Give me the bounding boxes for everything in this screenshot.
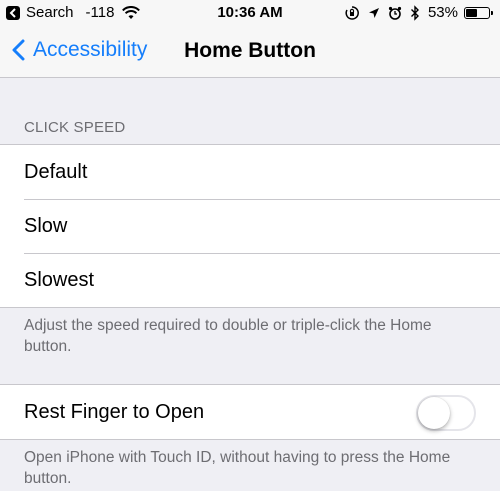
back-to-app-label[interactable]: Search bbox=[26, 4, 74, 21]
navigation-bar: Accessibility Home Button bbox=[0, 26, 500, 78]
battery-level bbox=[466, 8, 477, 17]
battery-icon bbox=[464, 6, 493, 19]
rest-finger-footer: Open iPhone with Touch ID, without havin… bbox=[24, 449, 451, 487]
rest-finger-row: Rest Finger to Open bbox=[0, 385, 500, 439]
click-speed-option-slowest[interactable]: Slowest bbox=[0, 253, 500, 307]
toggle-knob bbox=[418, 397, 450, 429]
rest-finger-group: Rest Finger to Open bbox=[0, 384, 500, 440]
back-to-app-icon[interactable] bbox=[6, 5, 20, 20]
back-button[interactable]: Accessibility bbox=[12, 38, 147, 62]
location-icon bbox=[368, 7, 380, 19]
rest-finger-toggle[interactable] bbox=[416, 395, 476, 431]
click-speed-option-default[interactable]: Default bbox=[0, 145, 500, 199]
rest-finger-label: Rest Finger to Open bbox=[24, 400, 205, 423]
status-right: 53% bbox=[336, 4, 493, 21]
click-speed-options: Default Slow Slowest bbox=[0, 144, 500, 308]
chevron-left-icon bbox=[12, 39, 25, 61]
option-label: Default bbox=[24, 160, 88, 183]
signal-strength: -118 bbox=[85, 4, 115, 21]
orientation-lock-icon bbox=[344, 5, 360, 21]
battery-percent: 53% bbox=[427, 4, 458, 21]
click-speed-header: CLICK SPEED bbox=[24, 119, 126, 136]
wifi-icon bbox=[122, 5, 141, 19]
option-label: Slow bbox=[24, 214, 68, 237]
alarm-icon bbox=[388, 6, 402, 20]
battery-nub bbox=[491, 10, 493, 15]
click-speed-footer: Adjust the speed required to double or t… bbox=[24, 317, 432, 355]
back-button-label: Accessibility bbox=[33, 38, 148, 61]
option-label: Slowest bbox=[24, 268, 95, 291]
click-speed-option-slow[interactable]: Slow bbox=[0, 199, 500, 253]
bluetooth-icon bbox=[410, 4, 420, 21]
status-bar: Search -118 10:36 AM 53% bbox=[0, 0, 500, 26]
status-left: Search -118 bbox=[6, 4, 141, 21]
